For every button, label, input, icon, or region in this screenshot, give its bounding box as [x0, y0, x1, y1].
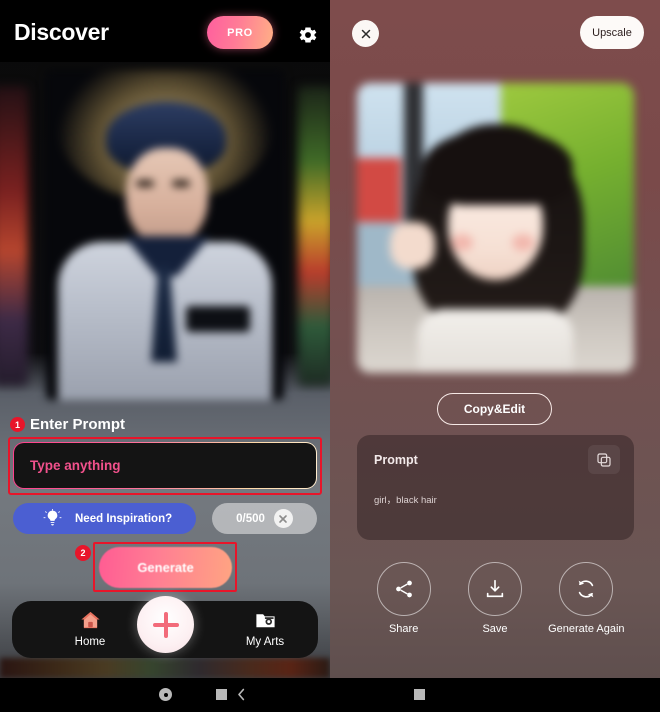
need-inspiration-button[interactable]: Need Inspiration?	[13, 503, 196, 534]
carousel-card-previous[interactable]	[0, 86, 28, 386]
nav-item-home[interactable]: Home	[55, 609, 125, 648]
page-title: Discover	[14, 19, 109, 45]
share-action-label: Share	[388, 623, 419, 635]
close-icon	[361, 29, 370, 38]
enter-prompt-label: Enter Prompt	[30, 416, 126, 433]
enter-prompt-label-row: 1 Enter Prompt	[10, 416, 125, 433]
app-screenshot: Discover PRO 1 Enter Prompt Type anythin…	[0, 0, 660, 712]
background-blur-strip	[0, 658, 330, 678]
upscale-button[interactable]: Upscale	[580, 16, 644, 49]
prompt-card-title: Prompt	[374, 453, 418, 467]
char-counter-value: 0/500	[236, 512, 265, 525]
char-counter-pill: 0/500	[212, 503, 317, 534]
prompt-input[interactable]: Type anything	[13, 442, 317, 489]
copy-and-edit-label: Copy&Edit	[463, 402, 526, 416]
system-navigation-bar: 网易号 | 木兰看影视	[0, 678, 660, 712]
circle-icon	[163, 692, 168, 697]
need-inspiration-label: Need Inspiration?	[75, 512, 173, 525]
share-action[interactable]: Share	[364, 562, 444, 636]
save-action-label: Save	[482, 623, 508, 635]
copy-icon	[597, 452, 611, 467]
chevron-left-icon	[238, 688, 245, 701]
generate-button[interactable]: Generate	[99, 547, 232, 588]
clear-prompt-button[interactable]	[273, 509, 293, 528]
share-action-circle	[376, 562, 431, 616]
copy-prompt-button[interactable]	[588, 445, 620, 474]
generated-image[interactable]	[357, 83, 634, 373]
system-right-square-button[interactable]	[414, 689, 425, 700]
nav-item-my-arts[interactable]: My Arts	[230, 609, 300, 648]
save-action[interactable]: Save	[455, 562, 535, 636]
generate-again-action[interactable]: Generate Again	[546, 562, 626, 636]
pro-badge-button[interactable]: PRO	[207, 16, 273, 49]
discover-header: Discover PRO	[0, 0, 330, 62]
system-recents-button[interactable]	[216, 689, 227, 700]
pro-badge-label: PRO	[227, 26, 253, 39]
generate-again-action-circle	[559, 562, 614, 616]
system-home-button[interactable]	[159, 688, 172, 701]
download-icon	[486, 579, 504, 598]
share-icon	[395, 580, 412, 598]
carousel-card-current[interactable]	[46, 70, 284, 400]
copy-and-edit-button[interactable]: Copy&Edit	[437, 393, 552, 425]
lightbulb-icon	[43, 509, 62, 526]
step-badge-1: 1	[10, 417, 25, 432]
carousel-card-next[interactable]	[298, 86, 330, 386]
close-circle-icon	[279, 514, 288, 523]
result-actions: Share Save Generate Again	[330, 562, 660, 636]
image-carousel[interactable]	[0, 62, 330, 410]
folder-camera-icon	[255, 614, 275, 628]
prompt-card-text: girl，black hair	[374, 495, 437, 506]
nav-item-home-label: Home	[74, 636, 106, 648]
refresh-icon	[578, 580, 594, 598]
generate-button-label: Generate	[137, 560, 194, 575]
nav-item-my-arts-label: My Arts	[245, 636, 285, 648]
generate-again-action-label: Generate Again	[548, 623, 625, 635]
prompt-result-card: Prompt girl，black hair	[357, 435, 634, 540]
save-action-circle	[467, 562, 522, 616]
step-badge-2: 2	[75, 545, 91, 561]
plus-icon	[152, 611, 179, 638]
create-fab-button[interactable]	[137, 596, 194, 653]
prompt-input-placeholder: Type anything	[30, 458, 121, 473]
close-button[interactable]	[352, 20, 379, 47]
discover-screen: Discover PRO 1 Enter Prompt Type anythin…	[0, 0, 330, 678]
upscale-button-label: Upscale	[592, 26, 632, 39]
gear-icon	[299, 27, 317, 43]
system-back-button[interactable]	[234, 687, 249, 707]
home-icon	[80, 611, 100, 629]
result-screen: Upscale Copy&Edit Prompt girl，black hair…	[330, 0, 660, 678]
settings-button[interactable]	[297, 24, 319, 46]
